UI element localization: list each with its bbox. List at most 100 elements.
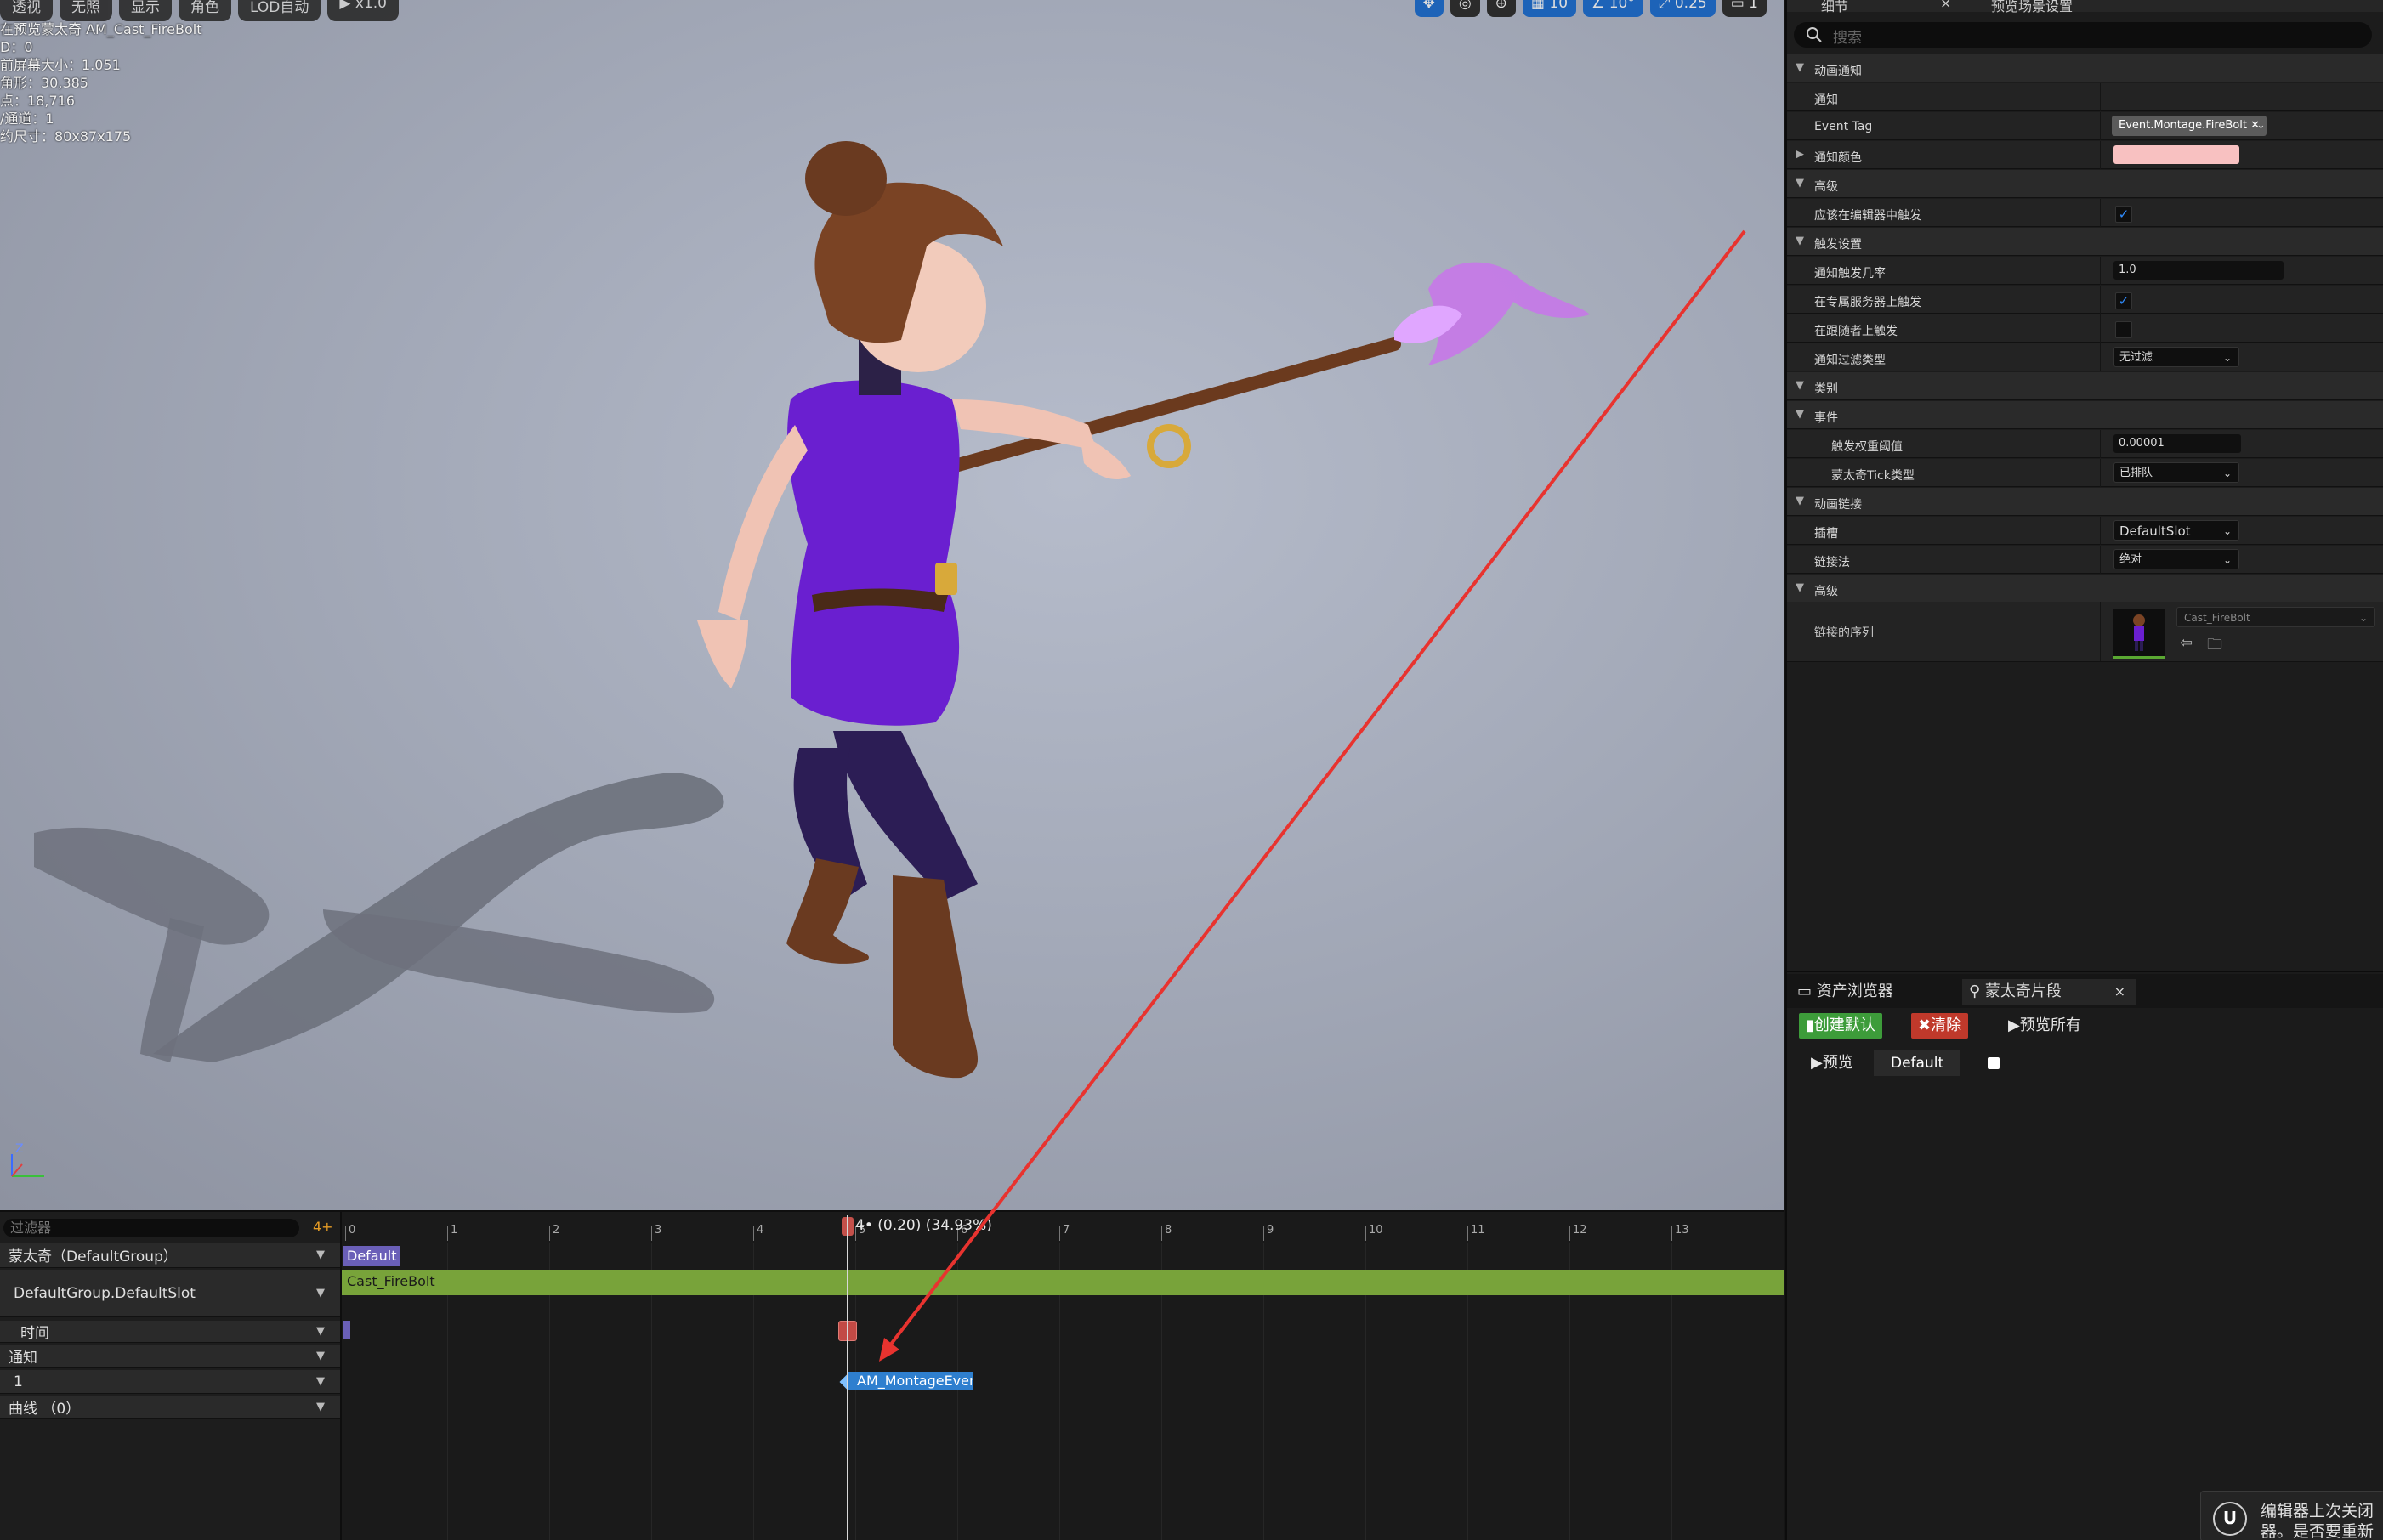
column-divider — [2100, 517, 2101, 545]
show-button[interactable]: 显示 — [119, 0, 172, 21]
track-timing[interactable]: 时间 ▼ — [0, 1321, 340, 1343]
prop-label: 在跟随者上触发 — [1814, 325, 1898, 338]
section-anim-link[interactable]: ▼ 动画链接 — [1787, 488, 2383, 516]
link-method-dropdown[interactable]: 绝对 ⌄ — [2113, 549, 2239, 569]
section-start-marker[interactable] — [343, 1321, 350, 1339]
preview-viewport[interactable]: 透视 无照 显示 角色 LOD自动 ▶ x1.0 ✥ ◎ ⊕ ▦ 10 ∠ 10… — [0, 0, 1784, 1210]
scale-snap-button[interactable]: ⤢ 0.25 — [1649, 0, 1716, 17]
ruler-tick-label: 12 — [1573, 1224, 1587, 1237]
weight-threshold-input[interactable]: 0.00001 — [2113, 434, 2241, 453]
surface-snap-icon[interactable]: ◎ — [1450, 0, 1480, 17]
close-icon[interactable]: × — [1940, 0, 1951, 11]
character-button[interactable]: 角色 — [179, 0, 231, 21]
prop-label: 插槽 — [1814, 527, 1838, 541]
ruler-tick-label: 9 — [1267, 1224, 1274, 1237]
ruler-tick-label: 7 — [1063, 1224, 1070, 1237]
browse-asset-icon[interactable]: 🗀 — [2207, 634, 2222, 660]
world-local-icon[interactable]: ⊕ — [1486, 0, 1516, 17]
linked-sequence-dropdown[interactable]: Cast_FireBolt ⌄ — [2176, 607, 2375, 627]
tick-type-dropdown[interactable]: 已排队 ⌄ — [2113, 462, 2239, 483]
track-filter-input[interactable]: 过滤器 — [3, 1219, 299, 1237]
camera-speed-button[interactable]: ▭ 1 — [1722, 0, 1767, 17]
event-tag-chip[interactable]: Event.Montage.FireBolt ✕ — [2112, 116, 2267, 136]
rotation-snap-button[interactable]: ∠ 10° — [1583, 0, 1643, 17]
column-divider — [2100, 546, 2101, 574]
tab-preview-scene-settings[interactable]: 预览场景设置 — [1991, 0, 2073, 15]
ruler-tick — [345, 1226, 346, 1241]
clear-button[interactable]: ✖清除 — [1911, 1013, 1969, 1039]
track-label: 1 — [14, 1373, 23, 1390]
close-icon[interactable]: × — [2114, 979, 2125, 1005]
tab-montage-sections[interactable]: ⚲ 蒙太奇片段 × — [1962, 979, 2136, 1005]
chevron-down-icon[interactable]: ▼ — [316, 1287, 325, 1299]
trigger-dedicated-checkbox[interactable]: ✓ — [2115, 292, 2132, 309]
preview-button[interactable]: ▶预览 — [1804, 1050, 1860, 1076]
sequence-thumbnail[interactable] — [2113, 609, 2165, 659]
chevron-down-icon: ⌄ — [2222, 525, 2232, 537]
slot-dropdown[interactable]: DefaultSlot ⌄ — [2113, 520, 2239, 541]
track-default-slot[interactable]: DefaultGroup.DefaultSlot ▼ — [0, 1270, 340, 1317]
unreal-logo-icon: U — [2213, 1502, 2247, 1536]
section-category[interactable]: ▼ 类别 — [1787, 372, 2383, 400]
perspective-button[interactable]: 透视 — [0, 0, 53, 21]
stats-line: 角形：30,385 — [0, 75, 88, 91]
ruler-tick — [1059, 1226, 1060, 1241]
lod-button[interactable]: LOD自动 — [238, 0, 321, 21]
playback-speed-button[interactable]: ▶ x1.0 — [327, 0, 399, 21]
chevron-down-icon: ⌄ — [2222, 352, 2232, 364]
add-track-button[interactable]: 4+ — [313, 1219, 333, 1235]
section-event[interactable]: ▼ 事件 — [1787, 401, 2383, 429]
prop-label: Event Tag — [1814, 120, 1873, 133]
select-mode-icon[interactable]: ✥ — [1414, 0, 1444, 17]
notify-color-swatch[interactable] — [2113, 145, 2239, 164]
chevron-down-icon[interactable]: ▼ — [316, 1350, 325, 1362]
trigger-follower-checkbox[interactable] — [2115, 321, 2132, 338]
prop-trigger-chance: 通知触发几率 1.0 — [1787, 257, 2383, 285]
track-notifies[interactable]: 通知 ▼ — [0, 1345, 340, 1368]
playhead-line[interactable] — [847, 1215, 848, 1540]
track-montage-group[interactable]: 蒙太奇（DefaultGroup） ▼ — [0, 1243, 340, 1268]
create-default-button[interactable]: ▮创建默认 — [1799, 1013, 1882, 1039]
montage-section-default[interactable]: Default — [343, 1246, 400, 1266]
track-list: 过滤器 4+ 蒙太奇（DefaultGroup） ▼ DefaultGroup.… — [0, 1212, 342, 1540]
montage-icon: ⚲ — [1969, 982, 1985, 1000]
notification-line-2: 器。是否要重新 — [2261, 1522, 2374, 1540]
chevron-down-icon[interactable]: ⌄ — [2256, 119, 2266, 132]
ruler-tick-label: 2 — [553, 1224, 560, 1237]
section-end-checkbox[interactable] — [1988, 1057, 2000, 1069]
tab-details[interactable]: 细节 — [1821, 0, 1848, 15]
timeline-canvas[interactable]: 0 1 2 3 4 5 6 7 8 9 10 11 12 13 4• (0.20… — [342, 1212, 1784, 1540]
section-advanced-2[interactable]: ▼ 高级 — [1787, 575, 2383, 603]
filter-type-dropdown[interactable]: 无过滤 ⌄ — [2113, 347, 2239, 367]
chevron-down-icon[interactable]: ▼ — [316, 1325, 325, 1338]
viewport-transform-tools: ✥ ◎ ⊕ ▦ 10 ∠ 10° ⤢ 0.25 ▭ 1 — [1414, 0, 1767, 17]
montage-segment-bar[interactable]: Cast_FireBolt — [342, 1270, 1784, 1295]
track-label: 蒙太奇（DefaultGroup） — [9, 1248, 178, 1265]
preview-all-button[interactable]: ▶预览所有 — [2001, 1013, 2088, 1039]
use-selected-asset-icon[interactable]: ⇦ — [2180, 634, 2193, 652]
chevron-down-icon[interactable]: ▼ — [316, 1248, 325, 1261]
section-anim-notify[interactable]: ▼ 动画通知 — [1787, 54, 2383, 82]
tab-asset-browser[interactable]: ▭ 资产浏览器 — [1790, 979, 1957, 1005]
notify-event-item[interactable]: AM_MontageEvent — [848, 1372, 973, 1390]
track-curves[interactable]: 曲线 （0） ▼ — [0, 1396, 340, 1419]
dropdown-value: 绝对 — [2119, 553, 2142, 566]
section-advanced[interactable]: ▼ 高级 — [1787, 170, 2383, 198]
track-notify-1[interactable]: 1 ▼ — [0, 1370, 340, 1394]
section-label: 类别 — [1814, 382, 1838, 396]
details-search-input[interactable]: 搜索 — [1794, 22, 2372, 48]
grid-snap-button[interactable]: ▦ 10 — [1522, 0, 1577, 17]
ruler-tick — [1671, 1226, 1672, 1241]
dropdown-value: 无过滤 — [2119, 351, 2153, 364]
chevron-down-icon[interactable]: ▼ — [316, 1401, 325, 1413]
prop-label: 链接法 — [1814, 556, 1850, 569]
chevron-down-icon[interactable]: ▼ — [316, 1375, 325, 1388]
restore-notification[interactable]: U 编辑器上次关闭 器。是否要重新 — [2200, 1491, 2383, 1540]
expand-arrow-icon[interactable]: ▶ — [1796, 148, 1804, 161]
lighting-button[interactable]: 无照 — [60, 0, 112, 21]
trigger-chance-input[interactable]: 1.0 — [2113, 261, 2284, 280]
trigger-in-editor-checkbox[interactable]: ✓ — [2115, 206, 2132, 223]
timeline-ruler[interactable]: 0 1 2 3 4 5 6 7 8 9 10 11 12 13 4• (0.20… — [342, 1212, 1784, 1243]
section-trigger-settings[interactable]: ▼ 触发设置 — [1787, 228, 2383, 256]
section-chip-default[interactable]: Default — [1874, 1050, 1961, 1076]
